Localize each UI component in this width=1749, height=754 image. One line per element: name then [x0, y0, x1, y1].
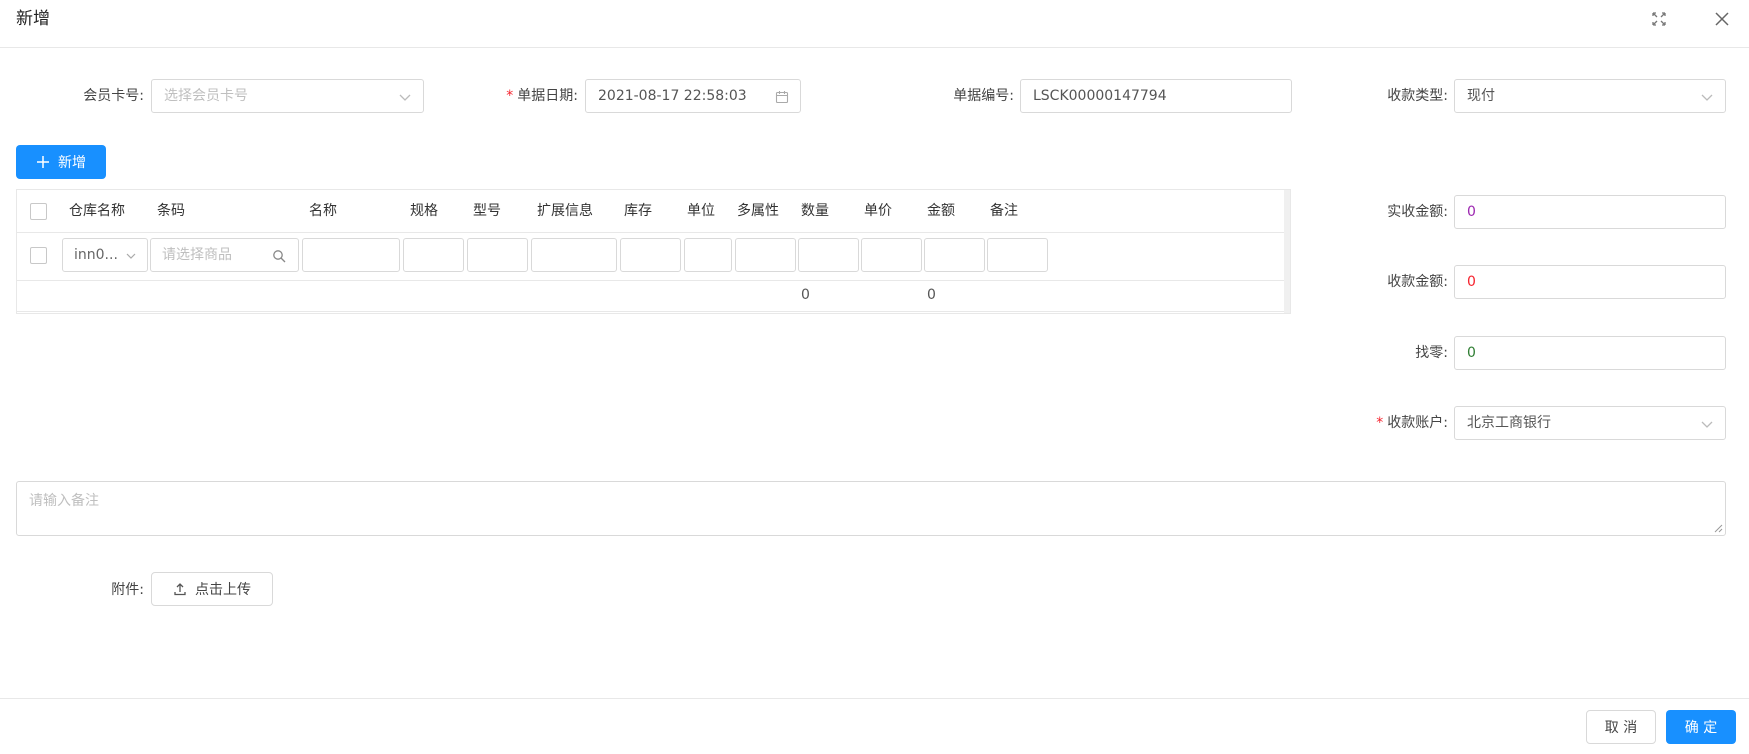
- spec-cell[interactable]: [403, 238, 464, 272]
- dialog-footer: [0, 698, 1749, 754]
- remark-cell[interactable]: [987, 238, 1048, 272]
- plus-icon: [37, 156, 49, 168]
- required-mark: *: [506, 88, 514, 104]
- payment-type-select[interactable]: 现付: [1454, 79, 1726, 113]
- change-label: 找零:: [1415, 345, 1448, 361]
- member-card-select[interactable]: 选择会员卡号: [151, 79, 424, 113]
- resize-handle-icon[interactable]: [1713, 523, 1723, 533]
- summary-divider: [17, 311, 1286, 312]
- warehouse-value: inn0...: [74, 247, 118, 263]
- col-unit: 单位: [687, 203, 715, 219]
- doc-date-label: * 单据日期:: [470, 86, 578, 106]
- attachment-label: 附件:: [111, 582, 144, 598]
- doc-date-picker[interactable]: 2021-08-17 22:58:03: [585, 79, 801, 113]
- chevron-down-icon: [399, 94, 411, 101]
- member-card-label: 会员卡号:: [83, 88, 144, 104]
- col-attributes: 多属性: [737, 203, 779, 219]
- product-search-input[interactable]: 请选择商品: [150, 238, 299, 272]
- row-divider: [17, 280, 1286, 281]
- receive-amount-input[interactable]: 0: [1454, 265, 1726, 299]
- change-input[interactable]: 0: [1454, 336, 1726, 370]
- chevron-down-icon: [126, 253, 136, 259]
- account-value: 北京工商银行: [1467, 415, 1551, 431]
- add-row-button[interactable]: 新增: [16, 145, 106, 179]
- amount-cell[interactable]: [924, 238, 985, 272]
- row-checkbox[interactable]: [30, 247, 47, 264]
- quantity-cell[interactable]: [798, 238, 859, 272]
- remark-textarea[interactable]: 请输入备注: [16, 481, 1726, 536]
- chevron-down-icon: [1701, 421, 1713, 428]
- actual-amount-label: 实收金额:: [1387, 204, 1448, 220]
- product-table: 仓库名称 条码 名称 规格 型号 扩展信息 库存 单位 多属性 数量 单价 金额…: [16, 189, 1291, 314]
- required-mark: *: [1376, 415, 1384, 431]
- amount-total: 0: [927, 287, 936, 303]
- model-cell[interactable]: [467, 238, 528, 272]
- quantity-total: 0: [801, 287, 810, 303]
- upload-icon: [174, 583, 186, 596]
- doc-date-value: 2021-08-17 22:58:03: [598, 88, 747, 104]
- close-icon[interactable]: [1713, 10, 1731, 28]
- col-remark: 备注: [990, 203, 1018, 219]
- unit-cell[interactable]: [684, 238, 732, 272]
- ok-button[interactable]: 确 定: [1666, 710, 1736, 744]
- dialog-title: 新增: [16, 9, 50, 29]
- remark-placeholder: 请输入备注: [29, 493, 99, 509]
- doc-date-label-text: 单据日期:: [517, 88, 578, 104]
- upload-button[interactable]: 点击上传: [151, 572, 273, 606]
- search-icon[interactable]: [272, 249, 286, 263]
- col-model: 型号: [473, 203, 501, 219]
- col-stock: 库存: [624, 203, 652, 219]
- col-amount: 金额: [927, 203, 955, 219]
- product-search-placeholder: 请选择商品: [162, 247, 232, 263]
- account-select[interactable]: 北京工商银行: [1454, 406, 1726, 440]
- fullscreen-icon[interactable]: [1650, 10, 1668, 28]
- account-label-text: 收款账户:: [1387, 415, 1448, 431]
- add-row-label: 新增: [58, 155, 86, 171]
- price-cell[interactable]: [861, 238, 922, 272]
- calendar-icon: [775, 91, 789, 104]
- col-barcode: 条码: [157, 203, 185, 219]
- doc-no-label: 单据编号:: [953, 88, 1014, 104]
- upload-label: 点击上传: [195, 582, 251, 598]
- member-card-placeholder: 选择会员卡号: [164, 88, 248, 104]
- payment-type-label: 收款类型:: [1387, 88, 1448, 104]
- attributes-cell[interactable]: [735, 238, 796, 272]
- col-name: 名称: [309, 203, 337, 219]
- cancel-button[interactable]: 取 消: [1586, 710, 1656, 744]
- account-label: * 收款账户:: [1340, 413, 1448, 433]
- select-all-checkbox[interactable]: [30, 203, 47, 220]
- col-warehouse: 仓库名称: [69, 203, 125, 219]
- col-spec: 规格: [410, 203, 438, 219]
- stock-cell[interactable]: [620, 238, 681, 272]
- table-scrollbar[interactable]: [1284, 190, 1290, 313]
- payment-type-value: 现付: [1467, 88, 1495, 104]
- dialog-header: 新增: [0, 0, 1749, 48]
- col-price: 单价: [864, 203, 892, 219]
- chevron-down-icon: [1701, 94, 1713, 101]
- header-divider: [17, 232, 1286, 233]
- col-quantity: 数量: [801, 203, 829, 219]
- col-extension: 扩展信息: [537, 203, 593, 219]
- name-cell[interactable]: [302, 238, 400, 272]
- warehouse-select[interactable]: inn0...: [62, 238, 148, 272]
- actual-amount-input[interactable]: 0: [1454, 195, 1726, 229]
- extension-cell[interactable]: [531, 238, 617, 272]
- receive-amount-label: 收款金额:: [1387, 274, 1448, 290]
- doc-no-input[interactable]: LSCK00000147794: [1020, 79, 1292, 113]
